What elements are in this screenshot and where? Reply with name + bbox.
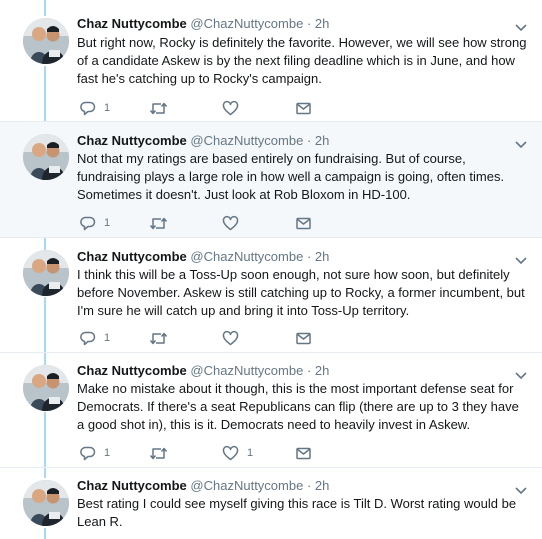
envelope-icon bbox=[296, 217, 311, 229]
reply-icon bbox=[80, 101, 96, 115]
message-button[interactable] bbox=[295, 328, 312, 348]
heart-icon bbox=[222, 215, 239, 230]
tweet-timestamp[interactable]: 2h bbox=[315, 133, 329, 148]
author-name[interactable]: Chaz Nuttycombe bbox=[77, 249, 187, 264]
chevron-down-icon[interactable] bbox=[514, 253, 528, 265]
tweet[interactable]: Chaz Nuttycombe @ChazNuttycombe · 2h Not… bbox=[0, 122, 542, 238]
retweet-icon bbox=[149, 447, 168, 459]
tweet-text: I think this will be a Toss-Up soon enou… bbox=[77, 267, 525, 318]
author-name[interactable]: Chaz Nuttycombe bbox=[77, 363, 187, 378]
separator-dot: · bbox=[306, 249, 312, 264]
avatar[interactable] bbox=[23, 250, 69, 296]
tweet-text: Best rating I could see myself giving th… bbox=[77, 496, 517, 529]
chevron-down-icon[interactable] bbox=[514, 483, 528, 495]
tweet-header: Chaz Nuttycombe @ChazNuttycombe · 2h bbox=[77, 477, 329, 495]
chevron-down-icon[interactable] bbox=[514, 20, 528, 32]
tweet[interactable]: Chaz Nuttycombe @ChazNuttycombe · 2h Mak… bbox=[0, 353, 542, 468]
avatar[interactable] bbox=[23, 365, 69, 411]
tweet-header: Chaz Nuttycombe @ChazNuttycombe · 2h bbox=[77, 362, 329, 380]
tweet[interactable]: Chaz Nuttycombe @ChazNuttycombe · 2h I t… bbox=[0, 238, 542, 353]
separator-dot: · bbox=[306, 16, 312, 31]
tweet[interactable]: Chaz Nuttycombe @ChazNuttycombe · 2h Bes… bbox=[0, 468, 542, 539]
like-button[interactable]: 1 bbox=[222, 443, 253, 463]
reply-icon bbox=[80, 216, 96, 230]
chevron-down-icon[interactable] bbox=[514, 137, 528, 149]
author-name[interactable]: Chaz Nuttycombe bbox=[77, 16, 187, 31]
reply-count: 1 bbox=[104, 217, 111, 229]
envelope-icon bbox=[296, 332, 311, 344]
tweet[interactable]: Chaz Nuttycombe @ChazNuttycombe · 2h But… bbox=[0, 0, 542, 122]
retweet-button[interactable] bbox=[149, 98, 176, 118]
separator-dot: · bbox=[306, 478, 312, 493]
author-handle[interactable]: @ChazNuttycombe bbox=[190, 16, 303, 31]
tweet-header: Chaz Nuttycombe @ChazNuttycombe · 2h bbox=[77, 132, 329, 150]
reply-count: 1 bbox=[104, 102, 111, 114]
tweet-text: Make no mistake about it though, this is… bbox=[77, 381, 519, 432]
retweet-button[interactable] bbox=[149, 213, 176, 233]
retweet-icon bbox=[149, 217, 168, 229]
tweet-text: But right now, Rocky is definitely the f… bbox=[77, 35, 527, 86]
tweet-timestamp[interactable]: 2h bbox=[315, 478, 329, 493]
heart-icon bbox=[222, 100, 239, 115]
envelope-icon bbox=[296, 102, 311, 114]
tweet-actions: 1 bbox=[77, 213, 377, 233]
message-button[interactable] bbox=[295, 98, 312, 118]
tweet-actions: 1 bbox=[77, 328, 377, 348]
message-button[interactable] bbox=[295, 443, 312, 463]
tweet-header: Chaz Nuttycombe @ChazNuttycombe · 2h bbox=[77, 248, 329, 266]
reply-button[interactable]: 1 bbox=[79, 213, 110, 233]
heart-icon bbox=[222, 330, 239, 345]
author-name[interactable]: Chaz Nuttycombe bbox=[77, 133, 187, 148]
author-name[interactable]: Chaz Nuttycombe bbox=[77, 478, 187, 493]
tweet-actions: 1 bbox=[77, 98, 377, 118]
like-button[interactable] bbox=[222, 213, 247, 233]
author-handle[interactable]: @ChazNuttycombe bbox=[190, 478, 303, 493]
reply-count: 1 bbox=[104, 447, 111, 459]
avatar[interactable] bbox=[23, 134, 69, 180]
reply-count: 1 bbox=[104, 332, 111, 344]
separator-dot: · bbox=[306, 133, 312, 148]
heart-icon bbox=[222, 445, 239, 460]
tweet-actions: 1 1 bbox=[77, 443, 377, 463]
reply-button[interactable]: 1 bbox=[79, 98, 110, 118]
retweet-button[interactable] bbox=[149, 443, 176, 463]
tweet-timestamp[interactable]: 2h bbox=[315, 363, 329, 378]
like-button[interactable] bbox=[222, 328, 247, 348]
separator-dot: · bbox=[306, 363, 312, 378]
retweet-icon bbox=[149, 332, 168, 344]
reply-button[interactable]: 1 bbox=[79, 328, 110, 348]
tweet-header: Chaz Nuttycombe @ChazNuttycombe · 2h bbox=[77, 15, 329, 33]
tweet-text: Not that my ratings are based entirely o… bbox=[77, 151, 505, 202]
like-button[interactable] bbox=[222, 98, 247, 118]
reply-icon bbox=[80, 446, 96, 460]
like-count: 1 bbox=[247, 447, 254, 459]
author-handle[interactable]: @ChazNuttycombe bbox=[190, 363, 303, 378]
author-handle[interactable]: @ChazNuttycombe bbox=[190, 133, 303, 148]
avatar[interactable] bbox=[23, 480, 69, 526]
tweet-timestamp[interactable]: 2h bbox=[315, 249, 329, 264]
envelope-icon bbox=[296, 447, 311, 459]
retweet-icon bbox=[149, 102, 168, 114]
author-handle[interactable]: @ChazNuttycombe bbox=[190, 249, 303, 264]
avatar[interactable] bbox=[23, 18, 69, 64]
message-button[interactable] bbox=[295, 213, 312, 233]
reply-button[interactable]: 1 bbox=[79, 443, 110, 463]
reply-icon bbox=[80, 331, 96, 345]
retweet-button[interactable] bbox=[149, 328, 176, 348]
chevron-down-icon[interactable] bbox=[514, 368, 528, 380]
tweet-timestamp[interactable]: 2h bbox=[315, 16, 329, 31]
